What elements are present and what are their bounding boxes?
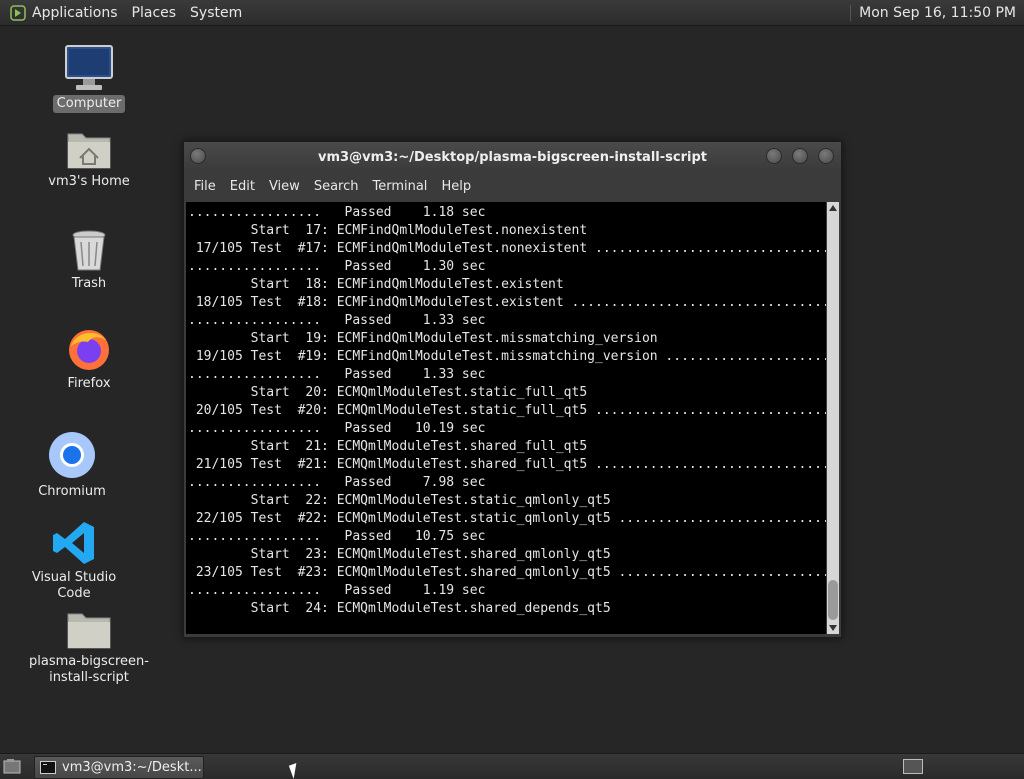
trash-icon	[70, 228, 108, 272]
desktop-icon-firefox[interactable]: Firefox	[54, 326, 124, 393]
terminal-scrollbar[interactable]	[827, 202, 839, 634]
taskbar-task-label: vm3@vm3:~/Deskt...	[62, 760, 202, 775]
terminal-output-area[interactable]: ................. Passed 1.18 sec Start …	[186, 202, 826, 634]
desktop-icon-label: Computer	[52, 95, 126, 113]
terminal-line: ................. Passed 7.98 sec	[188, 475, 486, 490]
terminal-window[interactable]: vm3@vm3:~/Desktop/plasma-bigscreen-insta…	[183, 141, 842, 638]
terminal-line: ................. Passed 1.33 sec	[188, 313, 486, 328]
system-menu[interactable]: System	[190, 5, 242, 21]
computer-icon	[64, 44, 114, 92]
desktop-icon-label: Firefox	[67, 376, 111, 391]
terminal-line: 18/105 Test #18: ECMFindQmlModuleTest.ex…	[188, 295, 826, 310]
terminal-line: 21/105 Test #21: ECMQmlModuleTest.shared…	[188, 457, 826, 472]
clock[interactable]: Mon Sep 16, 11:50 PM	[850, 4, 1016, 21]
terminal-line: 20/105 Test #20: ECMQmlModuleTest.static…	[188, 403, 826, 418]
scroll-up-arrow-icon[interactable]	[829, 205, 837, 211]
bottom-panel: vm3@vm3:~/Deskt...	[0, 753, 1024, 779]
terminal-line: 22/105 Test #22: ECMQmlModuleTest.static…	[188, 511, 826, 526]
terminal-line: ................. Passed 1.33 sec	[188, 367, 486, 382]
window-title-bar[interactable]: vm3@vm3:~/Desktop/plasma-bigscreen-insta…	[184, 142, 841, 172]
places-menu[interactable]: Places	[132, 5, 177, 21]
terminal-line: 23/105 Test #23: ECMQmlModuleTest.shared…	[188, 565, 826, 580]
menu-help[interactable]: Help	[441, 179, 471, 194]
terminal-line: Start 23: ECMQmlModuleTest.shared_qmlonl…	[188, 547, 611, 562]
applications-menu[interactable]: Applications	[32, 5, 118, 21]
window-title: vm3@vm3:~/Desktop/plasma-bigscreen-insta…	[318, 149, 707, 165]
terminal-line: Start 19: ECMFindQmlModuleTest.missmatch…	[188, 331, 658, 346]
folder-icon	[66, 608, 112, 650]
terminal-line: Start 17: ECMFindQmlModuleTest.nonexiste…	[188, 223, 588, 238]
terminal-line: 19/105 Test #19: ECMFindQmlModuleTest.mi…	[188, 349, 826, 364]
terminal-line: ................. Passed 1.18 sec	[188, 205, 486, 220]
terminal-line: ................. Passed 10.75 sec	[188, 529, 486, 544]
desktop-icon-install-script-folder[interactable]: plasma-bigscreen- install-script	[24, 608, 154, 687]
scroll-down-arrow-icon[interactable]	[829, 625, 837, 631]
firefox-icon	[66, 326, 112, 372]
menu-terminal[interactable]: Terminal	[372, 179, 427, 194]
vscode-icon	[51, 520, 97, 566]
desktop-icon-label: vm3's Home	[48, 174, 130, 189]
desktop-icon-vscode[interactable]: Visual Studio Code	[12, 520, 136, 603]
menu-edit[interactable]: Edit	[230, 179, 255, 194]
terminal-line: Start 24: ECMQmlModuleTest.shared_depend…	[188, 601, 611, 616]
desktop-icon-trash[interactable]: Trash	[54, 228, 124, 293]
menu-search[interactable]: Search	[314, 179, 359, 194]
desktop-icon-computer[interactable]: Computer	[50, 44, 128, 113]
desktop-icon-label: Chromium	[38, 484, 106, 499]
terminal-output: ................. Passed 1.18 sec Start …	[186, 202, 826, 618]
terminal-icon	[40, 761, 56, 774]
close-button[interactable]	[818, 148, 834, 164]
workspace-switcher[interactable]	[903, 759, 923, 774]
menu-view[interactable]: View	[269, 179, 300, 194]
top-panel: Applications Places System Mon Sep 16, 1…	[0, 0, 1024, 26]
mate-logo-icon[interactable]	[10, 4, 26, 21]
terminal-line: ................. Passed 10.19 sec	[188, 421, 486, 436]
terminal-line: Start 20: ECMQmlModuleTest.static_full_q…	[188, 385, 588, 400]
terminal-line: Start 21: ECMQmlModuleTest.shared_full_q…	[188, 439, 588, 454]
show-desktop-icon[interactable]	[3, 758, 21, 774]
maximize-button[interactable]	[792, 148, 808, 164]
desktop-icon-label: Visual Studio Code	[31, 570, 117, 601]
terminal-line: Start 22: ECMQmlModuleTest.static_qmlonl…	[188, 493, 611, 508]
terminal-line: ................. Passed 1.19 sec	[188, 583, 486, 598]
terminal-line: 17/105 Test #17: ECMFindQmlModuleTest.no…	[188, 241, 826, 256]
minimize-button[interactable]	[766, 148, 782, 164]
desktop-icon-label: plasma-bigscreen- install-script	[29, 654, 149, 685]
menu-file[interactable]: File	[194, 179, 216, 194]
taskbar-terminal-button[interactable]: vm3@vm3:~/Deskt...	[34, 756, 204, 779]
terminal-line: ................. Passed 1.30 sec	[188, 259, 486, 274]
terminal-line: Start 18: ECMFindQmlModuleTest.existent	[188, 277, 564, 292]
desktop-icon-label: Trash	[71, 276, 107, 291]
scrollbar-thumb[interactable]	[828, 580, 838, 620]
home-folder-icon	[66, 128, 112, 170]
window-menu-icon[interactable]	[190, 148, 206, 164]
terminal-menu-bar: File Edit View Search Terminal Help	[184, 172, 841, 200]
chromium-icon	[47, 430, 97, 480]
desktop-icon-home[interactable]: vm3's Home	[44, 128, 134, 191]
desktop-icon-chromium[interactable]: Chromium	[34, 430, 110, 501]
